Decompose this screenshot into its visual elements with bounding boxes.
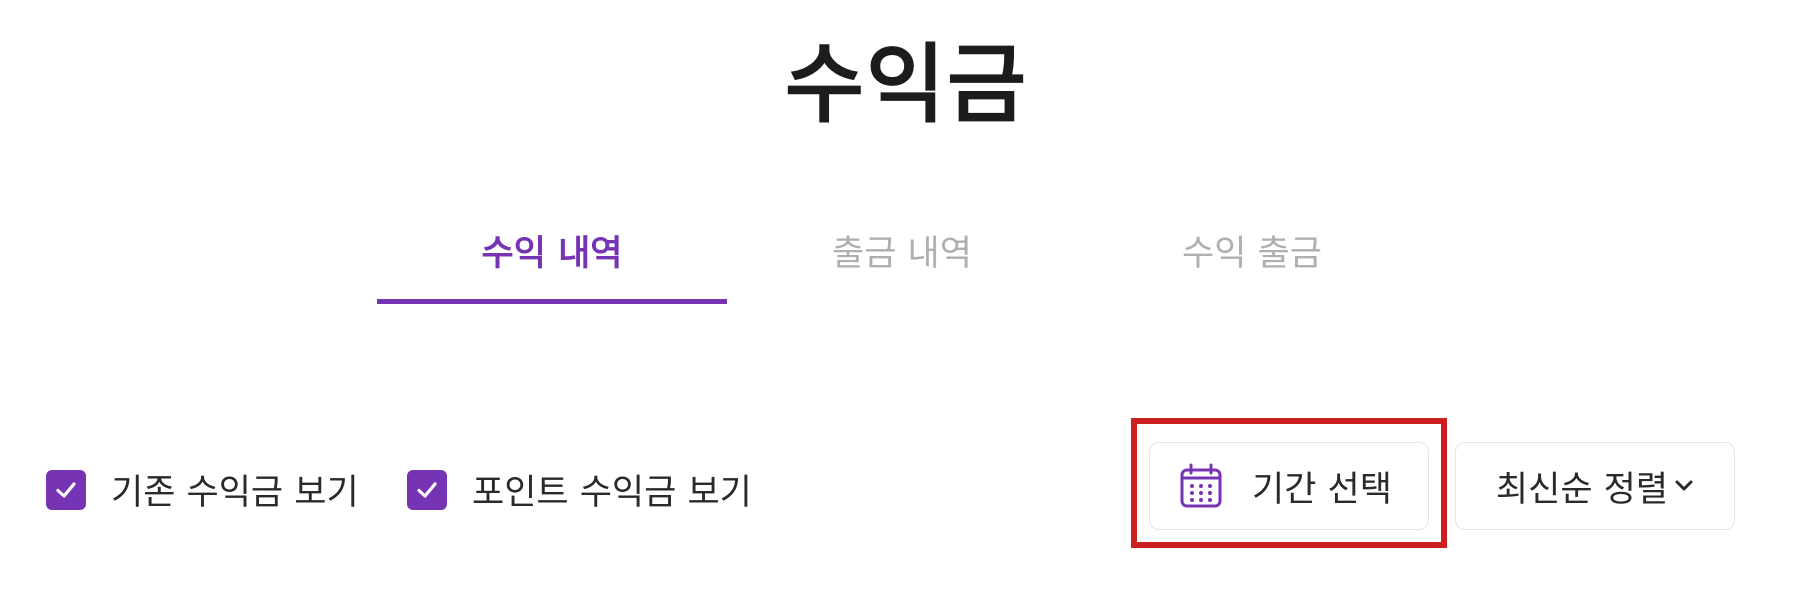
active-tab-indicator xyxy=(377,299,727,304)
page-title: 수익금 xyxy=(784,35,1029,135)
point-revenue-checkbox[interactable]: 포인트 수익금 보기 xyxy=(407,464,752,515)
existing-revenue-label: 기존 수익금 보기 xyxy=(111,473,359,513)
tab-revenue-history[interactable]: 수익 내역 xyxy=(377,225,727,276)
point-revenue-label: 포인트 수익금 보기 xyxy=(472,473,752,513)
calendar-icon xyxy=(1178,463,1224,509)
sort-label: 최신순 정렬 xyxy=(1495,469,1669,510)
checkbox-checked-icon[interactable] xyxy=(407,469,447,510)
sort-dropdown[interactable]: 최신순 정렬 xyxy=(1455,442,1735,530)
date-range-button[interactable]: 기간 선택 xyxy=(1149,442,1429,530)
revenue-page: 수익금 수익 내역 출금 내역 수익 출금 기존 수익금 보기 포인트 수익금 … xyxy=(0,0,1813,606)
existing-revenue-checkbox[interactable]: 기존 수익금 보기 xyxy=(46,464,359,515)
tab-revenue-withdrawal[interactable]: 수익 출금 xyxy=(1077,225,1427,276)
tab-withdrawal-history[interactable]: 출금 내역 xyxy=(727,225,1077,276)
checkbox-checked-icon[interactable] xyxy=(46,469,86,510)
chevron-down-icon xyxy=(1674,479,1694,493)
date-range-label: 기간 선택 xyxy=(1252,469,1392,510)
